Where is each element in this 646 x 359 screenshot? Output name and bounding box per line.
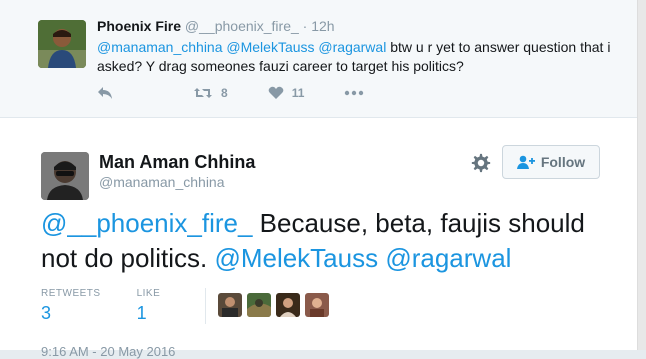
reply-icon	[98, 87, 112, 99]
retweets-label: RETWEETS	[41, 288, 101, 299]
retweet-icon	[194, 88, 212, 98]
more-icon	[345, 90, 364, 96]
parent-author-handle[interactable]: @__phoenix_fire_	[185, 18, 299, 34]
gear-icon[interactable]	[470, 152, 492, 174]
retweets-stat[interactable]: RETWEETS 3	[41, 288, 101, 324]
trailing-mentions[interactable]: @MelekTauss @ragarwal	[214, 243, 511, 273]
follow-user-icon	[516, 155, 535, 169]
parent-tweet-actions: 8 11	[97, 84, 404, 102]
parent-tweet-header: Phoenix Fire @__phoenix_fire_ · 12h	[97, 18, 335, 34]
liker-avatar[interactable]	[305, 293, 329, 317]
main-author-handle[interactable]: @manaman_chhina	[99, 174, 225, 190]
scrollbar[interactable]	[637, 0, 646, 350]
heart-icon	[268, 86, 284, 99]
follow-button[interactable]: Follow	[502, 145, 600, 179]
retweet-count: 8	[221, 86, 228, 100]
like-button[interactable]: 11	[268, 86, 305, 100]
reply-mention[interactable]: @__phoenix_fire_	[41, 208, 252, 238]
main-author-name[interactable]: Man Aman Chhina	[99, 152, 255, 173]
retweets-value: 3	[41, 303, 52, 323]
liker-avatar[interactable]	[247, 293, 271, 317]
liker-avatars	[218, 293, 334, 317]
main-tweet: Man Aman Chhina @manaman_chhina Follow @…	[0, 118, 638, 359]
parent-tweet-mentions[interactable]: @manaman_chhina @MelekTauss @ragarwal	[97, 39, 386, 55]
parent-author-name[interactable]: Phoenix Fire	[97, 18, 181, 34]
follow-label: Follow	[540, 154, 586, 170]
reply-button[interactable]	[97, 86, 113, 100]
tweet-date[interactable]: 9:16 AM - 20 May 2016	[41, 344, 175, 359]
likes-stat[interactable]: LIKE 1	[137, 288, 161, 324]
tweet-stats: RETWEETS 3 LIKE 1	[41, 288, 196, 324]
retweet-button[interactable]: 8	[193, 86, 228, 100]
likes-label: LIKE	[136, 288, 161, 299]
main-tweet-text: @__phoenix_fire_ Because, beta, faujis s…	[41, 206, 621, 276]
likes-value: 1	[136, 303, 147, 323]
parent-avatar[interactable]	[38, 20, 86, 68]
like-count: 11	[291, 86, 305, 100]
parent-tweet[interactable]: Phoenix Fire @__phoenix_fire_ · 12h @man…	[0, 0, 638, 118]
liker-avatar[interactable]	[218, 293, 242, 317]
more-button[interactable]	[344, 90, 364, 96]
parent-tweet-text: @manaman_chhina @MelekTauss @ragarwal bt…	[97, 38, 617, 76]
parent-tweet-time[interactable]: 12h	[311, 18, 334, 34]
liker-avatar[interactable]	[276, 293, 300, 317]
header-separator: ·	[302, 18, 308, 34]
stats-divider	[205, 288, 206, 324]
main-avatar[interactable]	[41, 152, 89, 200]
